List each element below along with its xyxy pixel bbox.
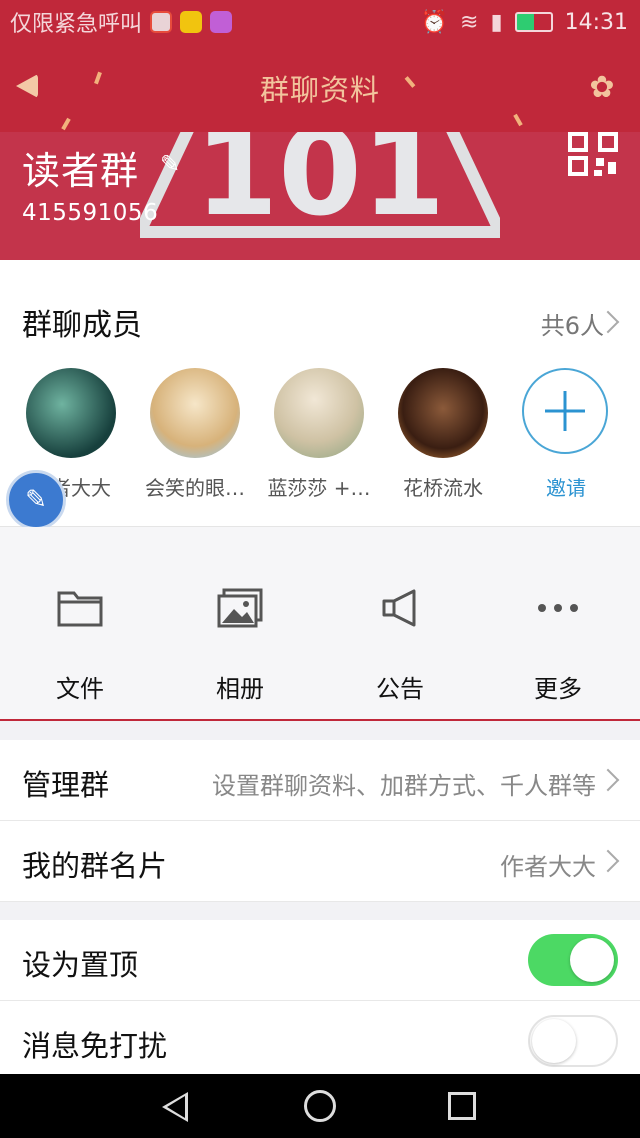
manage-group-row[interactable]: 管理群 设置群聊资料、加群方式、千人群等: [0, 740, 640, 821]
mute-toggle[interactable]: [528, 1015, 618, 1067]
system-navigation-bar: [0, 1074, 640, 1138]
row-title: 消息免打扰: [22, 1029, 168, 1063]
confetti-decoration: [94, 71, 102, 85]
more-button[interactable]: 更多: [498, 587, 618, 704]
quick-actions: 文件 相册 公告 更多: [0, 527, 640, 721]
folder-icon: [57, 591, 103, 627]
row-title: 我的群名片: [22, 849, 168, 883]
qr-code-icon[interactable]: [568, 132, 618, 176]
banner-text: 101: [195, 132, 446, 243]
group-name: 读者群: [22, 149, 140, 193]
confetti-decoration: [513, 113, 523, 127]
my-group-card-row[interactable]: 我的群名片 作者大大: [0, 821, 640, 902]
member-avatar[interactable]: [274, 368, 364, 458]
row-value: 设置群聊资料、加群方式、千人群等: [212, 772, 596, 800]
action-label: 公告: [376, 675, 424, 703]
banner-logo-image: 101: [140, 132, 500, 243]
action-label: 文件: [56, 675, 104, 703]
app-notification-icon: [150, 11, 173, 33]
flower-settings-icon[interactable]: ✿: [586, 72, 618, 104]
toggle-knob: [532, 1019, 576, 1063]
member-avatar[interactable]: [150, 368, 240, 458]
member-name: 花桥流水: [403, 476, 483, 500]
members-section: 群聊成员 共6人 作者大大 会笑的眼… 蓝莎莎 +… 花桥流水 邀请: [0, 260, 640, 527]
member-avatar[interactable]: [26, 368, 116, 458]
confetti-decoration: [404, 76, 416, 88]
row-value: 作者大大: [500, 853, 596, 881]
action-label: 更多: [534, 675, 582, 703]
app-notification-icon: [210, 11, 233, 33]
system-recents-icon[interactable]: [448, 1092, 476, 1120]
pin-chat-row: 设为置顶: [0, 920, 640, 1001]
nav-bar: 群聊资料 ✿: [0, 44, 640, 132]
wifi-icon: ≋: [460, 9, 479, 35]
clock: 14:31: [564, 9, 628, 35]
edit-pencil-icon[interactable]: ✎: [160, 150, 186, 178]
page-title: 群聊资料: [259, 73, 380, 107]
member-name: 蓝莎莎 +…: [267, 476, 371, 500]
members-title: 群聊成员: [22, 308, 142, 343]
invite-button[interactable]: [522, 368, 608, 454]
status-bar: 仅限紧急呼叫 ⏰ ≋ ▮ 14:31: [0, 0, 640, 44]
more-icon: [538, 604, 578, 612]
chevron-right-icon: [596, 849, 620, 873]
files-button[interactable]: 文件: [20, 587, 140, 704]
confetti-decoration: [61, 117, 71, 131]
battery-icon: [514, 12, 553, 32]
app-notification-icon: [180, 11, 203, 33]
invite-label: 邀请: [546, 476, 586, 500]
toggle-knob: [570, 938, 614, 982]
system-home-icon[interactable]: [304, 1090, 336, 1122]
pin-toggle[interactable]: [528, 934, 618, 986]
back-button[interactable]: [16, 74, 38, 98]
member-avatar[interactable]: [398, 368, 488, 458]
alarm-icon: ⏰: [420, 9, 449, 35]
group-id: 415591056: [22, 200, 159, 226]
member-name: 会笑的眼…: [145, 476, 245, 500]
album-icon: [217, 588, 263, 628]
sim-icon: ▮: [490, 9, 503, 35]
row-title: 设为置顶: [22, 948, 139, 982]
carrier-text: 仅限紧急呼叫: [10, 12, 143, 37]
announcement-button[interactable]: 公告: [340, 587, 460, 704]
do-not-disturb-row: 消息免打扰: [0, 1001, 640, 1082]
chevron-right-icon: [596, 768, 620, 792]
megaphone-icon: [382, 589, 416, 627]
album-button[interactable]: 相册: [180, 587, 300, 704]
members-count[interactable]: 共6人: [541, 306, 604, 341]
floating-assistant-button[interactable]: ✎: [6, 470, 66, 530]
row-title: 管理群: [22, 768, 110, 802]
action-label: 相册: [216, 675, 264, 703]
system-back-icon[interactable]: [162, 1092, 188, 1122]
